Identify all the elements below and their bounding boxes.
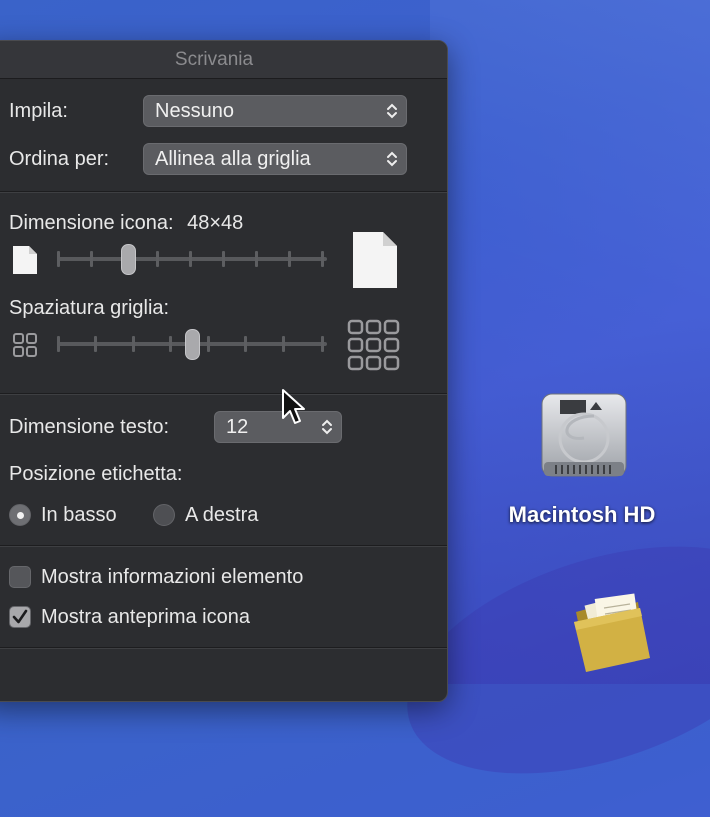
- separator: [0, 191, 447, 193]
- show-item-info-label: Mostra informazioni elemento: [41, 566, 304, 588]
- hard-drive-icon[interactable]: [538, 392, 630, 484]
- grid-large-icon: [347, 319, 400, 371]
- show-icon-preview-checkbox[interactable]: [9, 606, 31, 628]
- icon-size-value: 48×48: [187, 212, 244, 234]
- stack-label: Impila:: [9, 100, 68, 122]
- chevron-updown-icon: [322, 419, 332, 435]
- document-small-icon: [13, 246, 37, 274]
- chevron-updown-icon: [387, 103, 397, 119]
- grid-small-icon: [13, 333, 37, 357]
- grid-spacing-label: Spaziatura griglia:: [9, 297, 170, 319]
- folder-icon[interactable]: [568, 592, 654, 672]
- stack-value: Nessuno: [155, 100, 234, 122]
- drive-label[interactable]: Macintosh HD: [460, 502, 704, 528]
- radio-right-label: A destra: [185, 504, 259, 526]
- separator: [0, 393, 447, 395]
- stack-popup[interactable]: Nessuno: [143, 95, 407, 127]
- icon-size-label: Dimensione icona: 48×48: [9, 212, 243, 235]
- view-options-panel: Scrivania Impila: Nessuno Ordina per: Al…: [0, 40, 448, 702]
- title-bar[interactable]: Scrivania: [0, 41, 447, 79]
- icon-size-slider-knob[interactable]: [121, 244, 136, 275]
- radio-bottom[interactable]: [9, 504, 31, 526]
- chevron-updown-icon: [387, 151, 397, 167]
- separator: [0, 647, 447, 649]
- mouse-pointer-icon: [282, 389, 305, 424]
- sort-label: Ordina per:: [9, 148, 110, 170]
- document-large-icon: [353, 232, 397, 288]
- show-item-info-checkbox[interactable]: [9, 566, 31, 588]
- show-icon-preview-label: Mostra anteprima icona: [41, 606, 250, 628]
- text-size-popup[interactable]: 12: [214, 411, 342, 443]
- window-title: Scrivania: [174, 49, 254, 70]
- separator: [0, 545, 447, 547]
- sort-popup[interactable]: Allinea alla griglia: [143, 143, 407, 175]
- radio-bottom-label: In basso: [41, 504, 117, 526]
- icon-size-slider[interactable]: [57, 244, 327, 275]
- icon-size-label-text: Dimensione icona:: [9, 212, 174, 234]
- text-size-value: 12: [226, 416, 249, 438]
- sort-value: Allinea alla griglia: [155, 148, 311, 170]
- grid-spacing-slider[interactable]: [57, 329, 327, 360]
- checkmark-icon: [12, 609, 28, 624]
- label-position-label: Posizione etichetta:: [9, 463, 183, 485]
- radio-right[interactable]: [153, 504, 175, 526]
- text-size-label: Dimensione testo:: [9, 416, 170, 438]
- grid-spacing-slider-knob[interactable]: [185, 329, 200, 360]
